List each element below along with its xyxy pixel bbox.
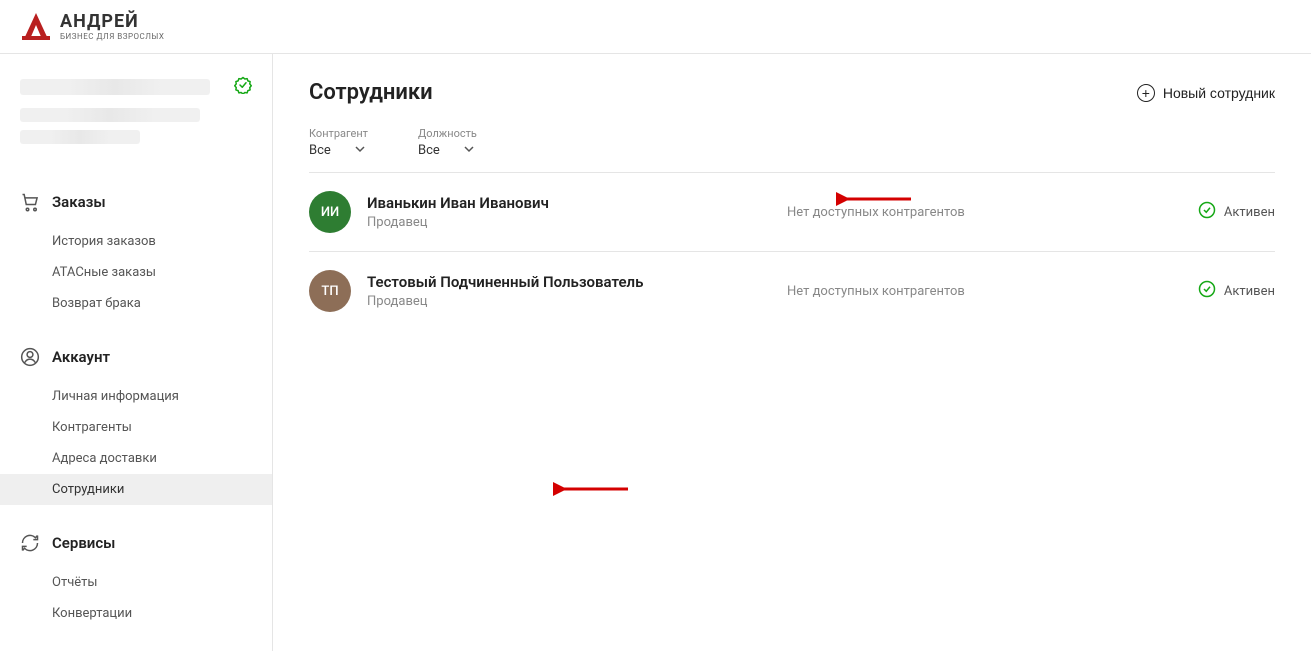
page-title: Сотрудники — [309, 80, 433, 105]
sidebar-section-account[interactable]: Аккаунт — [0, 337, 272, 377]
sidebar: Заказы История заказов ATACные заказы Во… — [0, 54, 273, 651]
check-circle-icon — [1198, 201, 1216, 223]
filter-position[interactable]: Должность Все — [418, 127, 477, 158]
add-employee-button[interactable]: + Новый сотрудник — [1137, 84, 1275, 102]
verified-badge-icon — [234, 76, 252, 98]
employee-row[interactable]: ИИ Иванькин Иван Иванович Продавец Нет д… — [309, 173, 1275, 252]
chevron-down-icon — [464, 142, 474, 158]
sidebar-item-order-history[interactable]: История заказов — [0, 226, 272, 257]
status-text: Активен — [1224, 205, 1275, 220]
filter-label: Должность — [418, 127, 477, 140]
employee-role: Продавец — [367, 294, 787, 309]
annotation-arrow-icon — [553, 477, 633, 501]
avatar: ИИ — [309, 191, 351, 233]
sidebar-section-label: Заказы — [52, 193, 106, 211]
filter-value: Все — [418, 143, 440, 158]
sidebar-item-conversions[interactable]: Конвертации — [0, 598, 272, 629]
status-text: Активен — [1224, 284, 1275, 299]
employee-contractors: Нет доступных контрагентов — [787, 284, 1198, 299]
sidebar-section-services[interactable]: Сервисы — [0, 523, 272, 563]
sidebar-section-label: Сервисы — [52, 534, 115, 552]
employee-list: ИИ Иванькин Иван Иванович Продавец Нет д… — [309, 173, 1275, 330]
cart-icon — [20, 192, 40, 212]
sidebar-item-personal-info[interactable]: Личная информация — [0, 381, 272, 412]
employee-status: Активен — [1198, 280, 1275, 302]
brand-tagline: БИЗНЕС ДЛЯ ВЗРОСЛЫХ — [60, 33, 164, 41]
redacted-user-info — [20, 108, 200, 122]
sidebar-section-label: Аккаунт — [52, 348, 110, 366]
employee-row[interactable]: ТП Тестовый Подчиненный Пользователь Про… — [309, 252, 1275, 330]
sidebar-item-reports[interactable]: Отчёты — [0, 567, 272, 598]
sidebar-item-atac-orders[interactable]: ATACные заказы — [0, 257, 272, 288]
brand-name: АНДРЕЙ — [60, 13, 164, 31]
sidebar-item-employees[interactable]: Сотрудники — [0, 474, 272, 505]
employee-status: Активен — [1198, 201, 1275, 223]
employee-name: Иванькин Иван Иванович — [367, 194, 787, 212]
employee-role: Продавец — [367, 215, 787, 230]
sidebar-item-delivery-addresses[interactable]: Адреса доставки — [0, 443, 272, 474]
logo-icon — [20, 11, 52, 43]
sidebar-item-defect-return[interactable]: Возврат брака — [0, 288, 272, 319]
sidebar-item-contractors[interactable]: Контрагенты — [0, 412, 272, 443]
user-profile-block — [0, 76, 272, 164]
plus-circle-icon: + — [1137, 84, 1155, 102]
brand-logo[interactable]: АНДРЕЙ БИЗНЕС ДЛЯ ВЗРОСЛЫХ — [20, 11, 164, 43]
redacted-user-info — [20, 130, 140, 144]
chevron-down-icon — [355, 142, 365, 158]
app-header: АНДРЕЙ БИЗНЕС ДЛЯ ВЗРОСЛЫХ — [0, 0, 1311, 54]
avatar: ТП — [309, 270, 351, 312]
redacted-user-name — [20, 79, 210, 95]
refresh-icon — [20, 533, 40, 553]
sidebar-section-orders[interactable]: Заказы — [0, 182, 272, 222]
employee-name: Тестовый Подчиненный Пользователь — [367, 273, 787, 291]
filter-contractor[interactable]: Контрагент Все — [309, 127, 368, 158]
main-content: Сотрудники + Новый сотрудник Контрагент … — [273, 54, 1311, 651]
filter-label: Контрагент — [309, 127, 368, 140]
add-employee-label: Новый сотрудник — [1163, 85, 1275, 101]
account-icon — [20, 347, 40, 367]
check-circle-icon — [1198, 280, 1216, 302]
filter-value: Все — [309, 143, 331, 158]
employee-contractors: Нет доступных контрагентов — [787, 205, 1198, 220]
